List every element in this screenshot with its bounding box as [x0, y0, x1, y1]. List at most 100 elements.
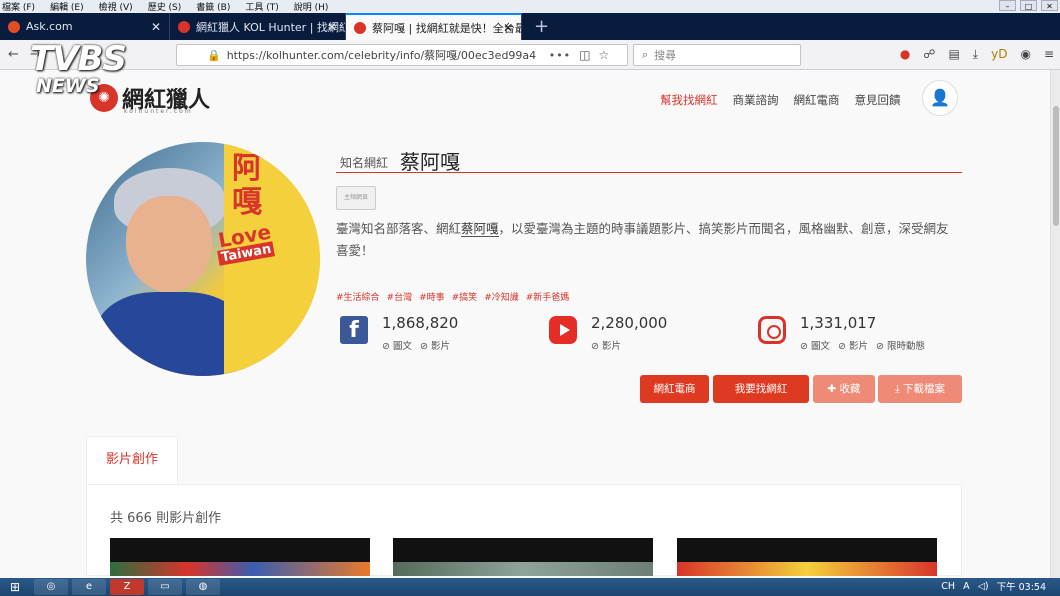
- bookmark-star-icon[interactable]: ☆: [599, 48, 610, 62]
- pocket-icon[interactable]: ◫: [579, 48, 590, 62]
- menu-bookmarks[interactable]: 書籤 (B): [196, 0, 230, 13]
- avatar-sign-text: 阿嘎: [232, 151, 262, 220]
- add-user-icon[interactable]: 👤: [922, 80, 958, 116]
- facebook-stat: f 1,868,820 ⊘ 圖文 ⊘ 影片: [336, 312, 536, 352]
- profile-avatar: 阿嘎 Love Taiwan: [86, 142, 320, 376]
- folder-icon[interactable]: ▭: [148, 579, 182, 595]
- tab-strip: Ask.com ✕ 網紅獵人 KOL Hunter | 找網紅 ✕ 蔡阿嘎 | …: [0, 13, 1060, 40]
- video-thumbnail[interactable]: [110, 538, 370, 576]
- video-thumbnail[interactable]: [677, 538, 937, 576]
- ie-icon[interactable]: e: [72, 579, 106, 595]
- youtube-subscribers: 2,280,000: [591, 314, 668, 332]
- content-type-chip: ⊘ 圖文: [800, 341, 830, 352]
- sidebar-icon[interactable]: ▤: [948, 47, 959, 62]
- windows-taskbar: ⊞ ◎ e Z ▭ ◍ CH A ◁) 下午 03:54: [0, 578, 1060, 596]
- menu-file[interactable]: 檔案 (F): [2, 0, 35, 13]
- video-count: 共 666 則影片創作: [110, 511, 222, 526]
- ask-favicon-icon: [8, 20, 20, 33]
- new-tab-icon[interactable]: +: [522, 13, 561, 40]
- url-text[interactable]: https://kolhunter.com/celebrity/info/蔡阿嘎…: [227, 47, 537, 63]
- hashtag[interactable]: #生活綜合: [336, 290, 380, 303]
- ime-icon[interactable]: A: [963, 581, 970, 592]
- content-type-chip: ⊘ 圖文: [382, 341, 412, 352]
- account-icon[interactable]: ◉: [1020, 47, 1030, 62]
- instagram-content-types: ⊘ 圖文 ⊘ 影片 ⊘ 限時動態: [800, 338, 925, 352]
- page-actions-icon[interactable]: •••: [549, 49, 571, 62]
- hashtag[interactable]: #時事: [419, 290, 445, 303]
- hashtag[interactable]: #新手爸媽: [526, 290, 570, 303]
- youtube-content-types: ⊘ 影片: [591, 338, 621, 352]
- hashtag[interactable]: #台灣: [387, 290, 413, 303]
- hashtag[interactable]: #搞笑: [452, 290, 478, 303]
- tab-close-icon[interactable]: ✕: [151, 20, 161, 34]
- collect-button[interactable]: ✚ 收藏: [813, 375, 875, 403]
- menu-view[interactable]: 檢視 (V): [99, 0, 133, 13]
- site-header: ✺ 網紅獵人 kolhunter.com 幫我找網紅 商業諮詢 網紅電商 意見回…: [0, 70, 1060, 126]
- yd-icon[interactable]: yD: [991, 47, 1007, 62]
- tab-title: 網紅獵人 KOL Hunter | 找網紅: [196, 20, 346, 34]
- hashtag[interactable]: #冷知識: [484, 290, 519, 303]
- find-kol-button[interactable]: 我要找網紅: [713, 375, 809, 403]
- lock-icon: 🔒: [207, 48, 221, 62]
- close-window-button[interactable]: ✕: [1041, 0, 1058, 11]
- scrollbar-thumb[interactable]: [1053, 106, 1059, 226]
- menu-edit[interactable]: 編輯 (E): [50, 0, 84, 13]
- instagram-followers: 1,331,017: [800, 314, 877, 332]
- hashtag-list: #生活綜合 #台灣 #時事 #搞笑 #冷知識 #新手爸媽: [336, 290, 569, 303]
- nav-find-kol[interactable]: 幫我找網紅: [660, 92, 718, 108]
- video-thumbnail[interactable]: [393, 538, 653, 576]
- toolbar-icons: ● ☍ ▤ ⤓ yD ◉ ≡: [900, 47, 1054, 62]
- nav-feedback[interactable]: 意見回饋: [855, 92, 901, 108]
- tab-celebrity[interactable]: 蔡阿嘎 | 找網紅就是快！全台最 ✕: [346, 13, 522, 40]
- menu-tools[interactable]: 工具 (T): [245, 0, 278, 13]
- facebook-followers: 1,868,820: [382, 314, 459, 332]
- profile-title: 知名網紅 蔡阿嘎: [336, 146, 962, 174]
- minimize-button[interactable]: –: [999, 0, 1016, 11]
- nav-business[interactable]: 商業諮詢: [733, 92, 779, 108]
- download-button[interactable]: ⤓ 下載檔案: [878, 375, 962, 403]
- volume-icon[interactable]: ◁): [978, 581, 989, 592]
- download-icon[interactable]: ⤓: [973, 47, 978, 62]
- maximize-button[interactable]: □: [1020, 0, 1037, 11]
- profile-name: 蔡阿嘎: [400, 150, 460, 174]
- navigation-bar: ← → ⌂ 🔒 https://kolhunter.com/celebrity/…: [0, 40, 1060, 70]
- facebook-content-types: ⊘ 圖文 ⊘ 影片: [382, 338, 450, 352]
- search-box[interactable]: ⌕ 搜尋: [633, 44, 801, 66]
- youtube-stat: 2,280,000 ⊘ 影片: [545, 312, 745, 352]
- logo-subtitle: kolhunter.com: [124, 108, 193, 115]
- back-icon[interactable]: ←: [8, 47, 19, 62]
- page-scrollbar[interactable]: [1050, 70, 1060, 578]
- menu-help[interactable]: 說明 (H): [294, 0, 329, 13]
- extension-m-icon[interactable]: ●: [900, 47, 910, 62]
- extension-icon[interactable]: ☍: [923, 47, 935, 62]
- instagram-icon[interactable]: [758, 316, 786, 344]
- site-nav: 幫我找網紅 商業諮詢 網紅電商 意見回饋: [660, 92, 901, 108]
- taskbar-app-icon[interactable]: ◎: [34, 579, 68, 595]
- start-button-icon[interactable]: ⊞: [0, 578, 30, 596]
- avatar-face: [126, 196, 212, 292]
- tab-videos[interactable]: 影片創作: [86, 436, 178, 484]
- youtube-icon[interactable]: [549, 316, 577, 344]
- ecommerce-button[interactable]: 網紅電商: [640, 375, 709, 403]
- tab-kolhunter[interactable]: 網紅獵人 KOL Hunter | 找網紅 ✕: [170, 13, 346, 40]
- desc-link[interactable]: 蔡阿嘎: [461, 221, 499, 237]
- menu-icon[interactable]: ≡: [1044, 47, 1054, 62]
- thumbnail-image: [393, 562, 653, 576]
- search-placeholder: 搜尋: [654, 49, 677, 62]
- menu-history[interactable]: 歷史 (S): [148, 0, 182, 13]
- tab-ask[interactable]: Ask.com ✕: [0, 13, 170, 40]
- input-language[interactable]: CH: [941, 581, 955, 592]
- tab-close-icon[interactable]: ✕: [503, 21, 513, 35]
- system-tray: CH A ◁) 下午 03:54: [941, 579, 1046, 594]
- kolhunter-favicon-icon: [354, 21, 366, 34]
- url-bar[interactable]: 🔒 https://kolhunter.com/celebrity/info/蔡…: [176, 44, 628, 66]
- nav-ecommerce[interactable]: 網紅電商: [794, 92, 840, 108]
- content-type-chip: ⊘ 限時動態: [875, 341, 925, 352]
- firefox-icon[interactable]: ◍: [186, 579, 220, 595]
- thumbnail-image: [677, 562, 937, 576]
- profile-badge[interactable]: 主頻網頁: [336, 186, 376, 210]
- tab-close-icon[interactable]: ✕: [327, 20, 337, 34]
- facebook-icon[interactable]: f: [340, 316, 368, 344]
- filezilla-icon[interactable]: Z: [110, 579, 144, 595]
- clock[interactable]: 下午 03:54: [997, 579, 1046, 593]
